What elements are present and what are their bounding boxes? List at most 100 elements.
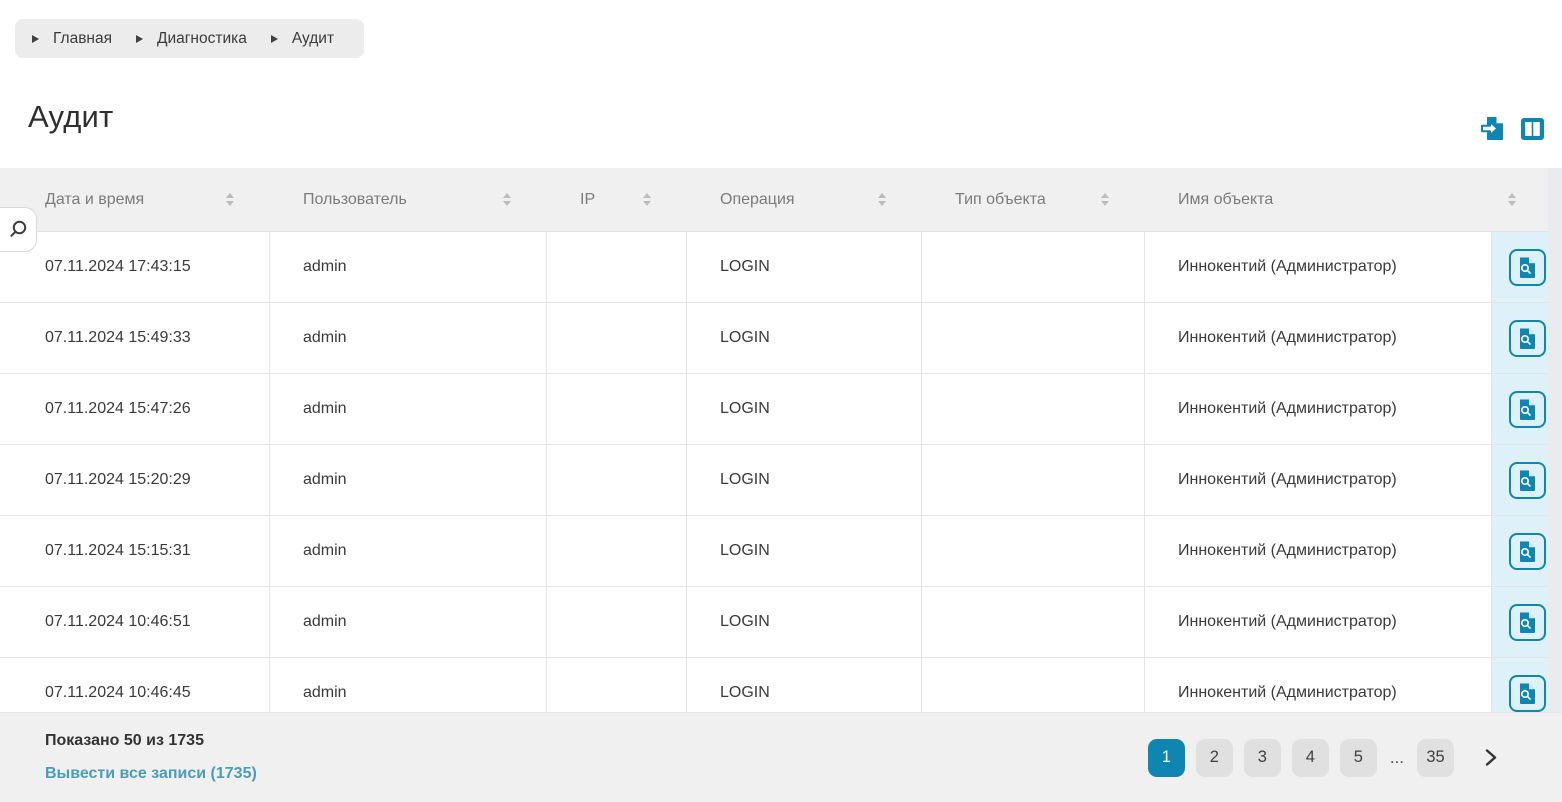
cell-datetime: 07.11.2024 15:20:29 [0, 445, 270, 515]
breadcrumb-item-1[interactable]: Главная [32, 30, 112, 48]
cell-operation: LOGIN [687, 303, 922, 373]
cell-object-type [922, 303, 1145, 373]
cell-object-type [922, 374, 1145, 444]
page-title: Аудит [28, 99, 113, 135]
column-header-4[interactable]: Операция [687, 168, 922, 231]
document-search-icon [1517, 398, 1537, 421]
cell-object-type [922, 587, 1145, 657]
cell-datetime: 07.11.2024 17:43:15 [0, 232, 270, 302]
document-search-icon [1517, 540, 1537, 563]
arrow-right-icon [136, 35, 143, 43]
cell-user: admin [270, 232, 547, 302]
cell-operation: LOGIN [687, 445, 922, 515]
export-button[interactable] [1480, 115, 1507, 142]
document-search-icon [1517, 256, 1537, 279]
sort-arrows-icon[interactable] [878, 193, 886, 206]
document-search-icon [1517, 682, 1537, 705]
page-button-1[interactable]: 1 [1148, 739, 1185, 777]
table-row: 07.11.2024 10:46:51 admin LOGIN Иннокент… [0, 587, 1562, 658]
document-search-icon [1517, 327, 1537, 350]
cell-operation: LOGIN [687, 516, 922, 586]
cell-datetime: 07.11.2024 15:47:26 [0, 374, 270, 444]
cell-object-name: Иннокентий (Администратор) [1145, 587, 1492, 657]
cell-object-name: Иннокентий (Администратор) [1145, 516, 1492, 586]
table-body: 07.11.2024 17:43:15 admin LOGIN Иннокент… [0, 232, 1562, 729]
shown-count-text: Показано 50 из 1735 [45, 732, 257, 750]
columns-settings-button[interactable] [1520, 116, 1545, 142]
column-header-6[interactable]: Имя объекта [1145, 168, 1562, 231]
cell-user: admin [270, 516, 547, 586]
column-header-1[interactable]: Дата и время [0, 168, 270, 231]
footer: Показано 50 из 1735 Вывести все записи (… [0, 712, 1562, 802]
breadcrumb-item-label: Диагностика [157, 30, 247, 48]
next-page-button[interactable] [1481, 748, 1500, 767]
columns-settings-icon [1520, 116, 1545, 142]
view-record-button[interactable] [1509, 320, 1546, 357]
table-row: 07.11.2024 15:15:31 admin LOGIN Иннокент… [0, 516, 1562, 587]
cell-operation: LOGIN [687, 374, 922, 444]
cell-ip [547, 445, 687, 515]
column-header-label: IP [580, 191, 595, 209]
column-header-label: Тип объекта [955, 191, 1046, 209]
page-button-3[interactable]: 3 [1244, 739, 1281, 777]
arrow-right-icon [271, 35, 278, 43]
column-header-3[interactable]: IP [547, 168, 687, 231]
cell-ip [547, 232, 687, 302]
view-record-button[interactable] [1509, 462, 1546, 499]
column-header-label: Дата и время [45, 191, 144, 209]
cell-object-name: Иннокентий (Администратор) [1145, 303, 1492, 373]
page-button-2[interactable]: 2 [1196, 739, 1233, 777]
search-toggle-button[interactable] [0, 207, 37, 252]
view-record-button[interactable] [1509, 675, 1546, 712]
export-icon [1480, 115, 1507, 142]
page-button-4[interactable]: 4 [1292, 739, 1329, 777]
cell-object-type [922, 516, 1145, 586]
cell-user: admin [270, 303, 547, 373]
cell-datetime: 07.11.2024 15:49:33 [0, 303, 270, 373]
cell-user: admin [270, 445, 547, 515]
cell-operation: LOGIN [687, 232, 922, 302]
column-header-label: Пользователь [303, 191, 407, 209]
table-header: Дата и время Пользователь IP Операция Ти… [0, 168, 1562, 232]
cell-ip [547, 516, 687, 586]
cell-object-name: Иннокентий (Администратор) [1145, 232, 1492, 302]
table-row: 07.11.2024 17:43:15 admin LOGIN Иннокент… [0, 232, 1562, 303]
view-record-button[interactable] [1509, 391, 1546, 428]
breadcrumb-item-label: Главная [53, 30, 112, 48]
breadcrumb-item-label: Аудит [292, 30, 334, 48]
cell-user: admin [270, 587, 547, 657]
arrow-right-icon [32, 35, 39, 43]
column-header-5[interactable]: Тип объекта [922, 168, 1145, 231]
toolbar [1480, 115, 1545, 142]
scrollbar-track[interactable] [1548, 168, 1562, 712]
chevron-right-icon [1481, 748, 1500, 767]
sort-arrows-icon[interactable] [503, 193, 511, 206]
page-button-35[interactable]: 35 [1417, 739, 1454, 777]
column-header-2[interactable]: Пользователь [270, 168, 547, 231]
search-icon [7, 219, 29, 241]
cell-datetime: 07.11.2024 15:15:31 [0, 516, 270, 586]
table-row: 07.11.2024 15:20:29 admin LOGIN Иннокент… [0, 445, 1562, 516]
column-header-label: Операция [720, 191, 795, 209]
view-record-button[interactable] [1509, 249, 1546, 286]
table-row: 07.11.2024 15:49:33 admin LOGIN Иннокент… [0, 303, 1562, 374]
sort-arrows-icon[interactable] [226, 193, 234, 206]
cell-datetime: 07.11.2024 10:46:51 [0, 587, 270, 657]
footer-summary: Показано 50 из 1735 Вывести все записи (… [45, 732, 257, 783]
document-search-icon [1517, 611, 1537, 634]
cell-object-type [922, 232, 1145, 302]
page-button-5[interactable]: 5 [1340, 739, 1377, 777]
cell-object-type [922, 445, 1145, 515]
column-header-label: Имя объекта [1178, 191, 1273, 209]
sort-arrows-icon[interactable] [643, 193, 651, 206]
sort-arrows-icon[interactable] [1101, 193, 1109, 206]
breadcrumb-item-3[interactable]: Аудит [271, 30, 334, 48]
cell-operation: LOGIN [687, 587, 922, 657]
view-record-button[interactable] [1509, 533, 1546, 570]
cell-ip [547, 587, 687, 657]
sort-arrows-icon[interactable] [1508, 193, 1516, 206]
breadcrumb-item-2[interactable]: Диагностика [136, 30, 247, 48]
view-record-button[interactable] [1509, 604, 1546, 641]
show-all-records-link[interactable]: Вывести все записи (1735) [45, 765, 257, 783]
pagination: 12345...35 [1148, 739, 1500, 777]
